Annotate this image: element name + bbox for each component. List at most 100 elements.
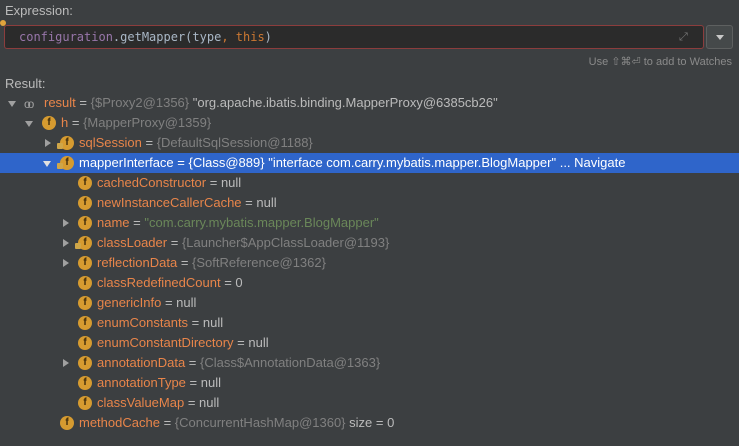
tree-row-enumconstants[interactable]: f enumConstants = null bbox=[0, 313, 739, 333]
var-name: annotationType bbox=[97, 375, 186, 390]
add-to-watches-hint: Use ⇧⌘⏎ to add to Watches bbox=[588, 56, 732, 68]
expand-arrow-icon[interactable] bbox=[63, 359, 69, 367]
expr-token-close: ) bbox=[264, 30, 272, 44]
field-icon: f bbox=[78, 376, 92, 390]
expr-token-method: getMapper( bbox=[120, 30, 193, 44]
var-name: sqlSession bbox=[79, 135, 142, 150]
var-eq: = bbox=[188, 315, 203, 330]
var-name: cachedConstructor bbox=[97, 175, 207, 190]
var-eq: = bbox=[167, 235, 182, 250]
var-value: size = 0 bbox=[345, 415, 395, 430]
var-value: "com.carry.mybatis.mapper.BlogMapper" bbox=[144, 215, 379, 230]
var-name: result bbox=[44, 95, 76, 110]
var-ref: {SoftReference@1362} bbox=[192, 255, 326, 270]
var-eq: = bbox=[185, 355, 201, 370]
field-icon: f bbox=[75, 236, 92, 250]
var-name: classValueMap bbox=[97, 395, 185, 410]
tree-row-mapperinterface[interactable]: f mapperInterface = {Class@889} "interfa… bbox=[0, 153, 739, 173]
tree-row-reflectiondata[interactable]: f reflectionData = {SoftReference@1362} bbox=[0, 253, 739, 273]
var-eq: = bbox=[220, 275, 236, 290]
collapse-arrow-icon[interactable] bbox=[43, 161, 51, 167]
expand-arrow-icon[interactable] bbox=[63, 239, 69, 247]
tree-row-enumconstantdirectory[interactable]: f enumConstantDirectory = null bbox=[0, 333, 739, 353]
tree-row-newinstancecallercache[interactable]: f newInstanceCallerCache = null bbox=[0, 193, 739, 213]
var-value: "org.apache.ibatis.binding.MapperProxy@6… bbox=[192, 95, 498, 110]
var-value: "interface com.carry.mybatis.mapper.Blog… bbox=[268, 155, 557, 170]
field-icon: f bbox=[78, 296, 92, 310]
tree-row-h[interactable]: f h = {MapperProxy@1359} bbox=[0, 113, 739, 133]
tree-row-name[interactable]: f name = "com.carry.mybatis.mapper.BlogM… bbox=[0, 213, 739, 233]
var-value: null bbox=[220, 175, 242, 190]
field-icon: f bbox=[42, 116, 56, 130]
field-icon: f bbox=[78, 216, 92, 230]
tree-row-classvaluemap[interactable]: f classValueMap = null bbox=[0, 393, 739, 413]
field-icon: f bbox=[78, 276, 92, 290]
var-eq: = bbox=[173, 155, 189, 170]
collapse-arrow-icon[interactable] bbox=[25, 121, 33, 127]
tree-row-annotationdata[interactable]: f annotationData = {Class$AnnotationData… bbox=[0, 353, 739, 373]
var-name: enumConstantDirectory bbox=[97, 335, 234, 350]
var-ref: {Class@889} bbox=[188, 155, 269, 170]
var-eq: = bbox=[241, 195, 257, 210]
field-icon: f bbox=[78, 176, 92, 190]
var-ref: {MapperProxy@1359} bbox=[83, 115, 212, 130]
var-eq: = bbox=[233, 335, 249, 350]
chevron-down-icon bbox=[716, 35, 724, 40]
lock-icon bbox=[57, 163, 63, 169]
field-icon: f bbox=[78, 256, 92, 270]
result-tree[interactable]: oo result = {$Proxy2@1356} "org.apache.i… bbox=[0, 93, 739, 433]
tree-row-classloader[interactable]: f classLoader = {Launcher$AppClassLoader… bbox=[0, 233, 739, 253]
tree-row-annotationtype[interactable]: f annotationType = null bbox=[0, 373, 739, 393]
expr-token-arg: type bbox=[192, 30, 222, 44]
lock-icon bbox=[75, 243, 81, 249]
var-eq: = bbox=[184, 395, 200, 410]
var-ref: {Launcher$AppClassLoader@1193} bbox=[181, 235, 390, 250]
expand-arrow-icon[interactable] bbox=[63, 219, 69, 227]
field-icon: f bbox=[78, 316, 92, 330]
var-eq: = bbox=[185, 375, 201, 390]
expand-editor-icon[interactable]: ⤢ bbox=[679, 31, 691, 43]
var-ref: {ConcurrentHashMap@1360} bbox=[174, 415, 346, 430]
var-ref: {Class$AnnotationData@1363} bbox=[200, 355, 381, 370]
field-icon: f bbox=[78, 196, 92, 210]
var-eq: = bbox=[159, 415, 175, 430]
expression-text[interactable]: configuration.getMapper(type, this) bbox=[19, 30, 272, 44]
tree-row-genericinfo[interactable]: f genericInfo = null bbox=[0, 293, 739, 313]
var-value: null bbox=[199, 395, 220, 410]
field-icon: f bbox=[60, 416, 74, 430]
tree-row-sqlsession[interactable]: f sqlSession = {DefaultSqlSession@1188} bbox=[0, 133, 739, 153]
var-name: reflectionData bbox=[97, 255, 178, 270]
history-dropdown-button[interactable] bbox=[706, 25, 733, 49]
var-name: methodCache bbox=[79, 415, 160, 430]
collapse-arrow-icon[interactable] bbox=[8, 101, 16, 107]
var-eq: = bbox=[141, 135, 157, 150]
var-value: null bbox=[202, 315, 224, 330]
result-label: Result: bbox=[5, 76, 46, 91]
var-eq: = bbox=[68, 115, 84, 130]
var-name: mapperInterface bbox=[79, 155, 174, 170]
field-icon: f bbox=[78, 336, 92, 350]
var-eq: = bbox=[177, 255, 193, 270]
navigate-link[interactable]: ... Navigate bbox=[556, 155, 626, 170]
var-name: annotationData bbox=[97, 355, 186, 370]
tree-row-result[interactable]: oo result = {$Proxy2@1356} "org.apache.i… bbox=[0, 93, 739, 113]
field-icon: f bbox=[78, 396, 92, 410]
var-name: genericInfo bbox=[97, 295, 162, 310]
expr-token-ident: configuration bbox=[19, 30, 113, 44]
expand-arrow-icon[interactable] bbox=[63, 259, 69, 267]
var-value: null bbox=[248, 335, 269, 350]
var-name: classRedefinedCount bbox=[97, 275, 221, 290]
var-name: enumConstants bbox=[97, 315, 189, 330]
var-value: null bbox=[256, 195, 277, 210]
var-eq: = bbox=[206, 175, 221, 190]
field-icon: f bbox=[57, 156, 74, 170]
expand-arrow-icon[interactable] bbox=[45, 139, 51, 147]
tree-row-methodcache[interactable]: f methodCache = {ConcurrentHashMap@1360}… bbox=[0, 413, 739, 433]
var-eq: = bbox=[129, 215, 145, 230]
expression-input[interactable]: configuration.getMapper(type, this) ⤢ bbox=[4, 25, 704, 49]
var-ref: {DefaultSqlSession@1188} bbox=[156, 135, 313, 150]
var-eq: = bbox=[161, 295, 177, 310]
lock-icon bbox=[57, 143, 63, 149]
tree-row-cachedconstructor[interactable]: f cachedConstructor = null bbox=[0, 173, 739, 193]
tree-row-classredefinedcount[interactable]: f classRedefinedCount = 0 bbox=[0, 273, 739, 293]
